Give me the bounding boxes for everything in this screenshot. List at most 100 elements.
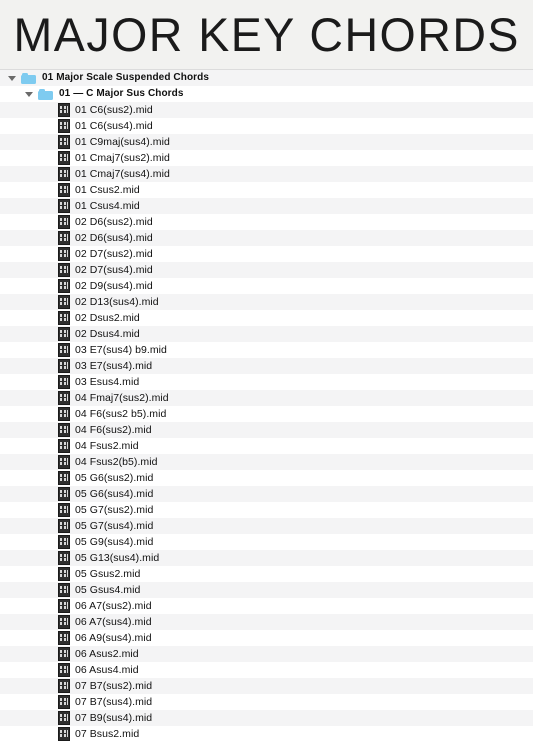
file-row[interactable]: 01 Cmaj7(sus2).mid <box>0 150 533 166</box>
midi-file-icon <box>58 631 70 645</box>
file-row[interactable]: 03 Esus4.mid <box>0 374 533 390</box>
file-name: 04 Fsus2.mid <box>75 440 139 452</box>
file-name: 02 D7(sus2).mid <box>75 248 153 260</box>
file-row[interactable]: 06 Asus4.mid <box>0 662 533 678</box>
midi-file-icon <box>58 263 70 277</box>
midi-file-icon <box>58 311 70 325</box>
file-name: 01 C9maj(sus4).mid <box>75 136 170 148</box>
file-name: 05 Gsus4.mid <box>75 584 141 596</box>
midi-file-icon <box>58 247 70 261</box>
disclosure-triangle-down-icon[interactable] <box>8 74 17 83</box>
file-name: 06 A7(sus2).mid <box>75 600 152 612</box>
midi-file-icon <box>58 231 70 245</box>
file-row[interactable]: 05 G6(sus2).mid <box>0 470 533 486</box>
file-row[interactable]: 06 A7(sus2).mid <box>0 598 533 614</box>
midi-file-icon <box>58 679 70 693</box>
file-name: 06 Asus4.mid <box>75 664 139 676</box>
file-row[interactable]: 07 Bsus2.mid <box>0 726 533 742</box>
midi-file-icon <box>58 199 70 213</box>
file-name: 05 G6(sus4).mid <box>75 488 154 500</box>
file-row[interactable]: 05 Gsus4.mid <box>0 582 533 598</box>
file-row[interactable]: 02 D6(sus4).mid <box>0 230 533 246</box>
file-name: 04 F6(sus2).mid <box>75 424 152 436</box>
midi-file-icon <box>58 391 70 405</box>
file-name: 01 Cmaj7(sus4).mid <box>75 168 170 180</box>
midi-file-icon <box>58 215 70 229</box>
file-row[interactable]: 05 Gsus2.mid <box>0 566 533 582</box>
file-row[interactable]: 02 D7(sus2).mid <box>0 246 533 262</box>
file-row[interactable]: 01 C6(sus2).mid <box>0 102 533 118</box>
file-row[interactable]: 06 Asus2.mid <box>0 646 533 662</box>
file-name: 05 G7(sus2).mid <box>75 504 154 516</box>
file-name: 02 D6(sus2).mid <box>75 216 153 228</box>
file-row[interactable]: 02 D7(sus4).mid <box>0 262 533 278</box>
midi-file-icon <box>58 663 70 677</box>
file-row[interactable]: 04 Fsus2(b5).mid <box>0 454 533 470</box>
midi-file-icon <box>58 471 70 485</box>
file-name: 01 C6(sus4).mid <box>75 120 153 132</box>
file-name: 02 D6(sus4).mid <box>75 232 153 244</box>
file-row[interactable]: 02 Dsus2.mid <box>0 310 533 326</box>
midi-file-icon <box>58 151 70 165</box>
midi-file-icon <box>58 567 70 581</box>
midi-file-icon <box>58 695 70 709</box>
file-name: 03 E7(sus4).mid <box>75 360 153 372</box>
file-row[interactable]: 07 B7(sus2).mid <box>0 678 533 694</box>
file-row[interactable]: 05 G6(sus4).mid <box>0 486 533 502</box>
file-row[interactable]: 02 D6(sus2).mid <box>0 214 533 230</box>
file-name: 04 Fmaj7(sus2).mid <box>75 392 169 404</box>
file-row[interactable]: 06 A9(sus4).mid <box>0 630 533 646</box>
file-row[interactable]: 01 C6(sus4).mid <box>0 118 533 134</box>
midi-file-icon <box>58 167 70 181</box>
midi-file-icon <box>58 599 70 613</box>
disclosure-triangle-down-icon[interactable] <box>25 90 34 99</box>
file-row[interactable]: 07 B7(sus4).mid <box>0 694 533 710</box>
folder-icon <box>38 88 53 100</box>
file-row[interactable]: 04 F6(sus2).mid <box>0 422 533 438</box>
file-name: 04 F6(sus2 b5).mid <box>75 408 167 420</box>
file-name: 01 Cmaj7(sus2).mid <box>75 152 170 164</box>
file-row[interactable]: 04 Fsus2.mid <box>0 438 533 454</box>
file-row[interactable]: 05 G7(sus4).mid <box>0 518 533 534</box>
file-row[interactable]: 04 Fmaj7(sus2).mid <box>0 390 533 406</box>
file-name: 02 D7(sus4).mid <box>75 264 153 276</box>
midi-file-icon <box>58 519 70 533</box>
midi-file-icon <box>58 279 70 293</box>
file-row[interactable]: 05 G9(sus4).mid <box>0 534 533 550</box>
file-name: 02 Dsus4.mid <box>75 328 140 340</box>
file-row[interactable]: 01 Csus2.mid <box>0 182 533 198</box>
midi-file-icon <box>58 119 70 133</box>
file-row[interactable]: 04 F6(sus2 b5).mid <box>0 406 533 422</box>
midi-file-icon <box>58 103 70 117</box>
midi-file-icon <box>58 375 70 389</box>
file-row[interactable]: 05 G7(sus2).mid <box>0 502 533 518</box>
file-name: 01 Csus2.mid <box>75 184 140 196</box>
page-header: MAJOR KEY CHORDS <box>0 0 533 70</box>
midi-file-icon <box>58 551 70 565</box>
folder-row[interactable]: 01 — C Major Sus Chords <box>0 86 533 102</box>
file-row[interactable]: 02 D9(sus4).mid <box>0 278 533 294</box>
file-row[interactable]: 01 Cmaj7(sus4).mid <box>0 166 533 182</box>
file-row[interactable]: 05 G13(sus4).mid <box>0 550 533 566</box>
midi-file-icon <box>58 439 70 453</box>
folder-name: 01 Major Scale Suspended Chords <box>42 72 210 83</box>
file-name: 06 Asus2.mid <box>75 648 139 660</box>
file-row[interactable]: 02 D13(sus4).mid <box>0 294 533 310</box>
file-row[interactable]: 06 A7(sus4).mid <box>0 614 533 630</box>
file-row[interactable]: 07 B9(sus4).mid <box>0 710 533 726</box>
file-row[interactable]: 03 E7(sus4).mid <box>0 358 533 374</box>
file-row[interactable]: 01 Csus4.mid <box>0 198 533 214</box>
folder-row[interactable]: 01 Major Scale Suspended Chords <box>0 70 533 86</box>
file-name: 03 Esus4.mid <box>75 376 140 388</box>
file-name: 07 Bsus2.mid <box>75 728 140 740</box>
midi-file-icon <box>58 327 70 341</box>
file-row[interactable]: 02 Dsus4.mid <box>0 326 533 342</box>
midi-file-icon <box>58 343 70 357</box>
file-browser-list[interactable]: 01 Major Scale Suspended Chords 01 — C Ma… <box>0 70 533 746</box>
midi-file-icon <box>58 183 70 197</box>
file-row[interactable]: 01 C9maj(sus4).mid <box>0 134 533 150</box>
midi-file-icon <box>58 583 70 597</box>
file-name: 07 B7(sus4).mid <box>75 696 153 708</box>
midi-file-icon <box>58 455 70 469</box>
file-row[interactable]: 03 E7(sus4) b9.mid <box>0 342 533 358</box>
